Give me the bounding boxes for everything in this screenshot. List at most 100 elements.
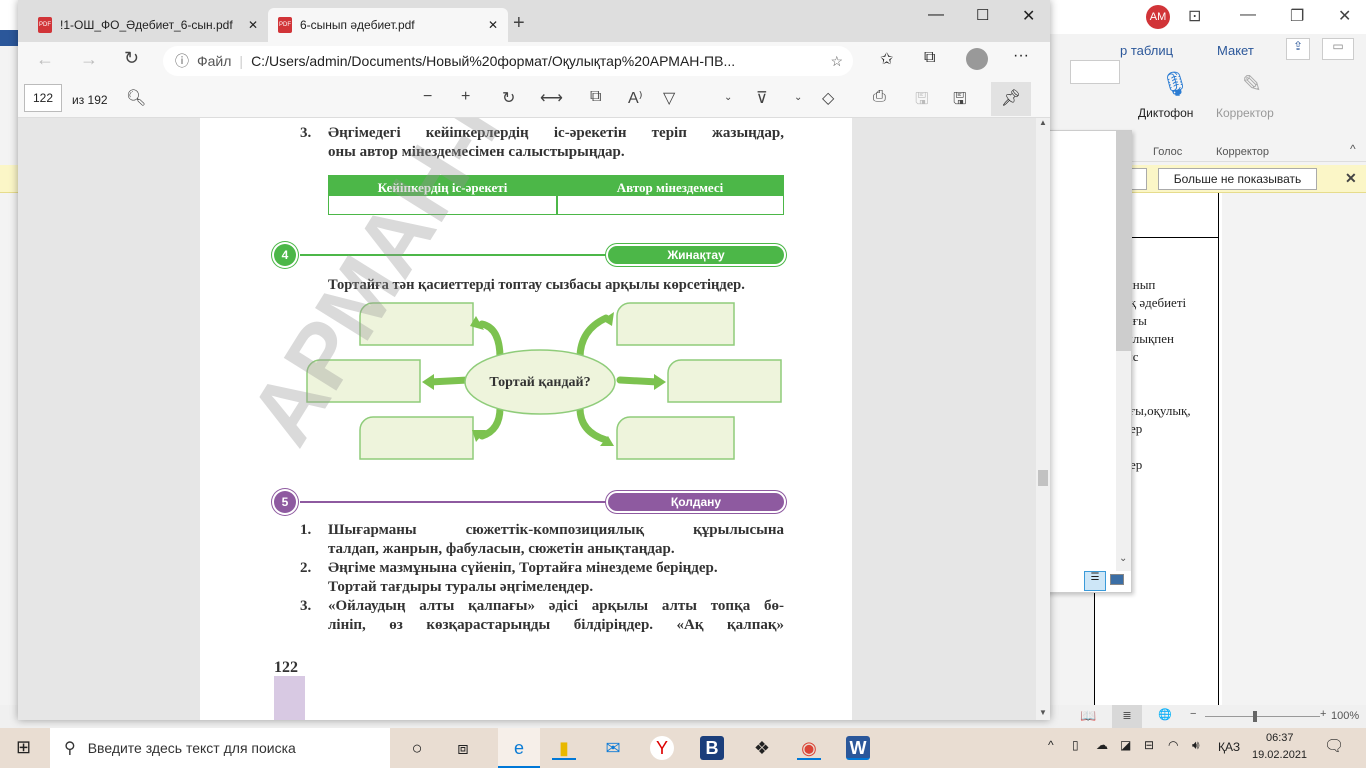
diagram-arrow [478, 404, 504, 440]
vk-app-icon[interactable]: B [700, 736, 724, 760]
read-mode-icon[interactable]: 📖 [1080, 708, 1096, 724]
address-bar[interactable]: ⓘ Файл | C:/Users/admin/Documents/Новый%… [163, 46, 853, 76]
ribbon-tab-layout[interactable]: Макет [1217, 43, 1254, 58]
back-icon[interactable]: ← [36, 49, 54, 70]
volume-icon[interactable]: 🔊︎ [1192, 738, 1200, 753]
pdf-viewer[interactable]: 3. Әңгімедегі кейіпкерлердің іс-әрекетін… [18, 118, 1036, 720]
taskbar-search[interactable]: ⚲ Введите здесь текст для поиска [50, 728, 390, 768]
fit-width-icon[interactable]: ⟷ [540, 88, 563, 108]
profile-icon[interactable] [966, 48, 988, 70]
editor-button[interactable]: Корректор [1216, 106, 1274, 120]
collapse-ribbon-icon[interactable]: ^ [1350, 142, 1356, 156]
dictation-button[interactable]: Диктофон [1138, 106, 1193, 120]
onedrive-icon[interactable]: ☁ [1096, 738, 1108, 752]
close-icon[interactable]: ✕ [1022, 6, 1035, 26]
diagram-center-label: Тортай қандай? [489, 375, 591, 390]
search-icon[interactable]: 🔍︎ [126, 88, 146, 108]
print-icon[interactable]: ⎙ [873, 88, 886, 106]
zoom-out-icon[interactable]: − [1190, 708, 1196, 720]
windows-start-icon[interactable]: ⊞ [16, 737, 31, 758]
minimize-icon[interactable]: — [1240, 6, 1256, 24]
page-number-input[interactable]: 122 [24, 84, 62, 112]
show-hidden-icons[interactable]: ^ [1048, 738, 1054, 752]
ribbon-tab-table[interactable]: р таблиц [1120, 43, 1173, 58]
pin-toolbar-icon[interactable]: 📌︎ [991, 82, 1031, 116]
eraser-icon[interactable]: ◇ [822, 88, 834, 108]
scrollbar-thumb[interactable] [1038, 470, 1048, 486]
taskbar: ⊞ ⚲ Введите здесь текст для поиска ○ ⧈ e… [0, 728, 1366, 768]
ribbon-input[interactable] [1070, 60, 1120, 84]
new-tab-icon[interactable]: + [513, 12, 525, 35]
task-view-icon[interactable]: ⧈ [451, 736, 475, 760]
save-as-icon[interactable]: 🖫 [953, 88, 967, 115]
more-icon[interactable]: ··· [1013, 47, 1029, 65]
page-number: 122 [274, 659, 298, 676]
avatar[interactable]: AM [1146, 5, 1170, 29]
microphone-icon[interactable]: 🎙 [1160, 70, 1190, 99]
word-icon[interactable]: W [846, 736, 870, 760]
clock-date[interactable]: 19.02.2021 [1252, 749, 1307, 761]
close-tab-icon[interactable]: ✕ [488, 18, 498, 32]
tab-label: 6-сынып әдебиет.pdf [300, 18, 415, 32]
collections-icon[interactable]: ⧉ [924, 49, 935, 67]
close-tab-icon[interactable]: ✕ [248, 18, 258, 32]
address-text[interactable]: C:/Users/admin/Documents/Новый%20формат/… [251, 53, 735, 69]
zoom-slider[interactable] [1205, 716, 1320, 717]
draw-options-chevron-icon[interactable]: ⌄ [724, 92, 732, 103]
pane-scrollbar[interactable]: ⌄ [1116, 131, 1131, 571]
network-device-icon[interactable]: ⊟ [1144, 738, 1154, 752]
web-layout-icon[interactable]: 🌐 [1158, 708, 1172, 721]
page-tab-decoration [274, 676, 305, 720]
zoom-out-icon[interactable]: − [423, 88, 432, 106]
clock-time[interactable]: 06:37 [1266, 732, 1294, 744]
forward-icon[interactable]: → [80, 49, 98, 70]
notifications-icon[interactable]: 🗨︎ [1324, 736, 1344, 756]
page-view-icon[interactable]: ⧉ [590, 88, 601, 106]
zoom-in-icon[interactable]: + [461, 88, 470, 106]
save-icon[interactable]: 🖫 [915, 88, 929, 115]
diagram-box [616, 416, 735, 460]
yandex-icon[interactable]: Y [650, 736, 674, 760]
maximize-icon[interactable]: ☐ [976, 6, 989, 24]
add-favorite-icon[interactable]: ☆ [830, 53, 843, 70]
tab-1[interactable]: PDF !1-ОШ_ФО_Әдебиет_6-сын.pdf ✕ [28, 8, 268, 42]
tab-2[interactable]: PDF 6-сынып әдебиет.pdf ✕ [268, 8, 508, 42]
chrome-icon[interactable]: ◉ [797, 736, 821, 760]
group-voice-label: Голос [1153, 146, 1183, 158]
file-explorer-icon[interactable]: ▮ [552, 736, 576, 760]
minimize-icon[interactable]: — [928, 6, 944, 24]
tray-icon[interactable]: ▯ [1072, 738, 1079, 752]
draw-icon[interactable]: ▽ [663, 88, 675, 108]
comment-icon[interactable]: ▭ [1322, 38, 1354, 60]
mail-icon[interactable]: ✉ [601, 736, 625, 760]
restore-icon[interactable]: ❐ [1290, 6, 1304, 26]
zoom-level[interactable]: 100% [1331, 710, 1359, 722]
language-indicator[interactable]: ҚАЗ [1218, 740, 1240, 754]
share-icon[interactable]: ⇪ [1286, 38, 1310, 60]
info-icon[interactable]: ⓘ [175, 51, 189, 71]
zoom-in-icon[interactable]: + [1320, 708, 1326, 720]
thumbnail-view-icon[interactable] [1110, 574, 1124, 585]
refresh-icon[interactable]: ↻ [124, 48, 139, 69]
tray-app-icon[interactable]: ◪ [1120, 738, 1131, 752]
dont-show-again-button[interactable]: Больше не показывать [1158, 168, 1317, 190]
close-icon[interactable]: ✕ [1338, 6, 1351, 26]
highlight-options-chevron-icon[interactable]: ⌄ [794, 92, 802, 103]
list-view-icon[interactable]: ☰ [1084, 571, 1106, 591]
read-aloud-icon[interactable]: A⁾ [628, 88, 643, 108]
rotate-icon[interactable]: ↻ [502, 88, 515, 108]
highlight-icon[interactable]: ⊽ [756, 88, 768, 108]
search-placeholder: Введите здесь текст для поиска [87, 740, 296, 756]
wifi-icon[interactable]: ◠ [1168, 738, 1178, 752]
cortana-icon[interactable]: ○ [405, 736, 429, 760]
dropbox-icon[interactable]: ❖ [750, 736, 774, 760]
zoom-slider-thumb[interactable] [1253, 711, 1257, 722]
print-layout-icon[interactable]: ≣ [1112, 705, 1142, 728]
pdf-scrollbar[interactable]: ▲ ▼ [1036, 118, 1050, 720]
editor-pen-icon[interactable]: ✎ [1242, 70, 1262, 99]
ribbon-display-icon[interactable]: ⊡ [1188, 6, 1201, 26]
search-icon: ⚲ [64, 740, 76, 757]
edge-app-icon[interactable]: e [498, 728, 540, 768]
close-message-icon[interactable]: ✕ [1345, 170, 1357, 187]
favorites-icon[interactable]: ✩ [880, 49, 893, 69]
